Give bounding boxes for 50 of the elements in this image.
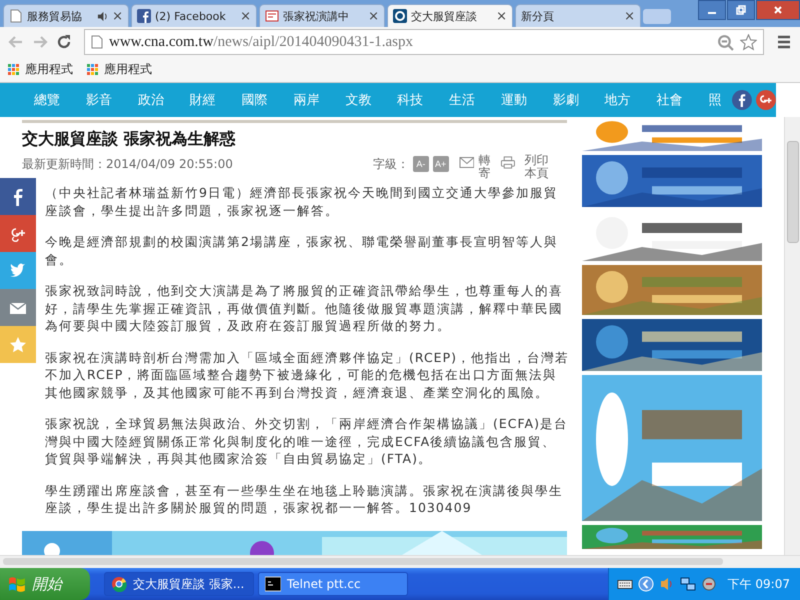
nav-link[interactable]: 照 xyxy=(708,91,736,109)
tab-close-button[interactable]: × xyxy=(368,8,379,24)
nav-link[interactable]: 地方 xyxy=(604,91,632,109)
tab-title: 張家祝演講中 xyxy=(283,8,350,24)
nav-link[interactable]: 文教 xyxy=(345,91,374,109)
tab-title: 交大服貿座談 xyxy=(411,8,478,24)
tab-close-button[interactable]: × xyxy=(240,8,251,24)
taskbar-item[interactable]: 交大服貿座談 張家... xyxy=(104,572,254,596)
forward-link[interactable]: 轉寄 xyxy=(478,154,490,180)
start-button[interactable]: 開始 xyxy=(0,568,90,600)
taskbar-item[interactable]: Telnet ptt.cc xyxy=(258,572,408,596)
bookmark-item[interactable]: 應用程式 xyxy=(87,61,152,78)
nav-link[interactable]: 兩岸 xyxy=(293,91,322,109)
tab-close-button[interactable]: × xyxy=(496,8,507,24)
font-size-button[interactable]: A+ xyxy=(432,156,449,172)
browser-tab[interactable]: 張家祝演講中 × xyxy=(259,4,385,27)
nav-link[interactable]: 科技 xyxy=(397,91,425,109)
address-bar[interactable]: www.cna.com.tw/news/aipl/201404090431-1.aspx xyxy=(84,29,764,55)
browser-tab[interactable]: (2) Facebook × xyxy=(131,4,257,27)
article-paragraph: 張家祝致詞時說，他到交大演講是為了將服貿的正確資訊帶給學生，也尊重每人的喜好，請學生先掌握正確資訊，再做價值判斷。他隨後做服貿專題演講，解釋中華民國為何要與中國大陸簽訂服貿，及政府在簽訂服貿過程所做的努力。 xyxy=(45,282,564,334)
tab-title: 服務貿易協 xyxy=(27,8,83,24)
font-size-label: 字級： xyxy=(372,156,409,173)
article-title: 交大服貿座談 張家祝為生解惑 xyxy=(22,129,237,150)
nav-link[interactable]: 影劇 xyxy=(552,91,581,109)
nav-link[interactable]: 影音 xyxy=(86,91,114,109)
browser-tab[interactable]: 新分頁 × xyxy=(515,4,641,27)
tab-title: 新分頁 xyxy=(521,8,555,24)
article-paragraph: 學生踴躍出席座談會，甚至有一些學生坐在地毯上聆聽演講。張家祝在演講後與學生座談，學生提出許多關於服貿的問題，張家祝都一一解答。1030409 xyxy=(45,482,564,516)
update-time: 最新更新時間：2014/04/09 20:55:00 xyxy=(22,156,234,173)
nav-link[interactable]: 國際 xyxy=(242,91,270,109)
nav-link[interactable]: 總覽 xyxy=(34,91,62,109)
tab-close-button[interactable]: × xyxy=(112,8,123,24)
url-text: www.cna.com.tw/news/aipl/201404090431-1.aspx xyxy=(109,34,414,50)
tab-close-button[interactable]: × xyxy=(624,8,635,24)
bookmark-item[interactable]: 應用程式 xyxy=(8,61,73,78)
article-paragraph: （中央社記者林瑞益新竹9日電）經濟部長張家祝今天晚間到國立交通大學參加服貿座談會，學生提出許多問題，張家祝逐一解答。 xyxy=(45,184,559,219)
nav-link[interactable]: 政治 xyxy=(138,91,166,109)
article-paragraph: 今晚是經濟部規劃的校園演講第2場講座，張家祝、聯電榮譽副董事長宣明智等人與會。 xyxy=(45,233,559,268)
tab-title: (2) Facebook xyxy=(155,10,227,22)
browser-tab[interactable]: 服務貿易協 × xyxy=(3,4,129,27)
print-link[interactable]: 列印本頁 xyxy=(524,154,560,180)
nav-link[interactable]: 運動 xyxy=(500,91,529,109)
clock: 下午 09:07 xyxy=(728,576,790,592)
nav-link[interactable]: 財經 xyxy=(190,91,218,109)
browser-tab[interactable]: 交大服貿座談 × xyxy=(387,4,513,27)
font-size-button[interactable]: A- xyxy=(412,156,429,172)
nav-link[interactable]: 生活 xyxy=(449,91,477,109)
nav-link[interactable]: 社會 xyxy=(656,91,684,109)
article-paragraph: 張家祝在演講時剖析台灣需加入「區域全面經濟夥伴協定」(RCEP)，他指出，台灣若不加入RCEP，將面臨區域整合趨勢下被邊緣化，可能的危機包括在出口方面無法與其他國家競爭，及其他國家可能不再到台灣投資，經濟衰退、產業空洞化的風險。 xyxy=(45,348,570,401)
article-paragraph: 張家祝說，全球貿易無法與政治、外交切割，「兩岸經濟合作架構協議」(ECFA)是台灣與中國大陸經貿關係正常化與制度化的唯一途徑，完成ECFA後續協議包含服貿、貨貿與爭端解決，再與其他國家洽簽「自由貿易協定」(FTA)。 xyxy=(45,415,569,468)
